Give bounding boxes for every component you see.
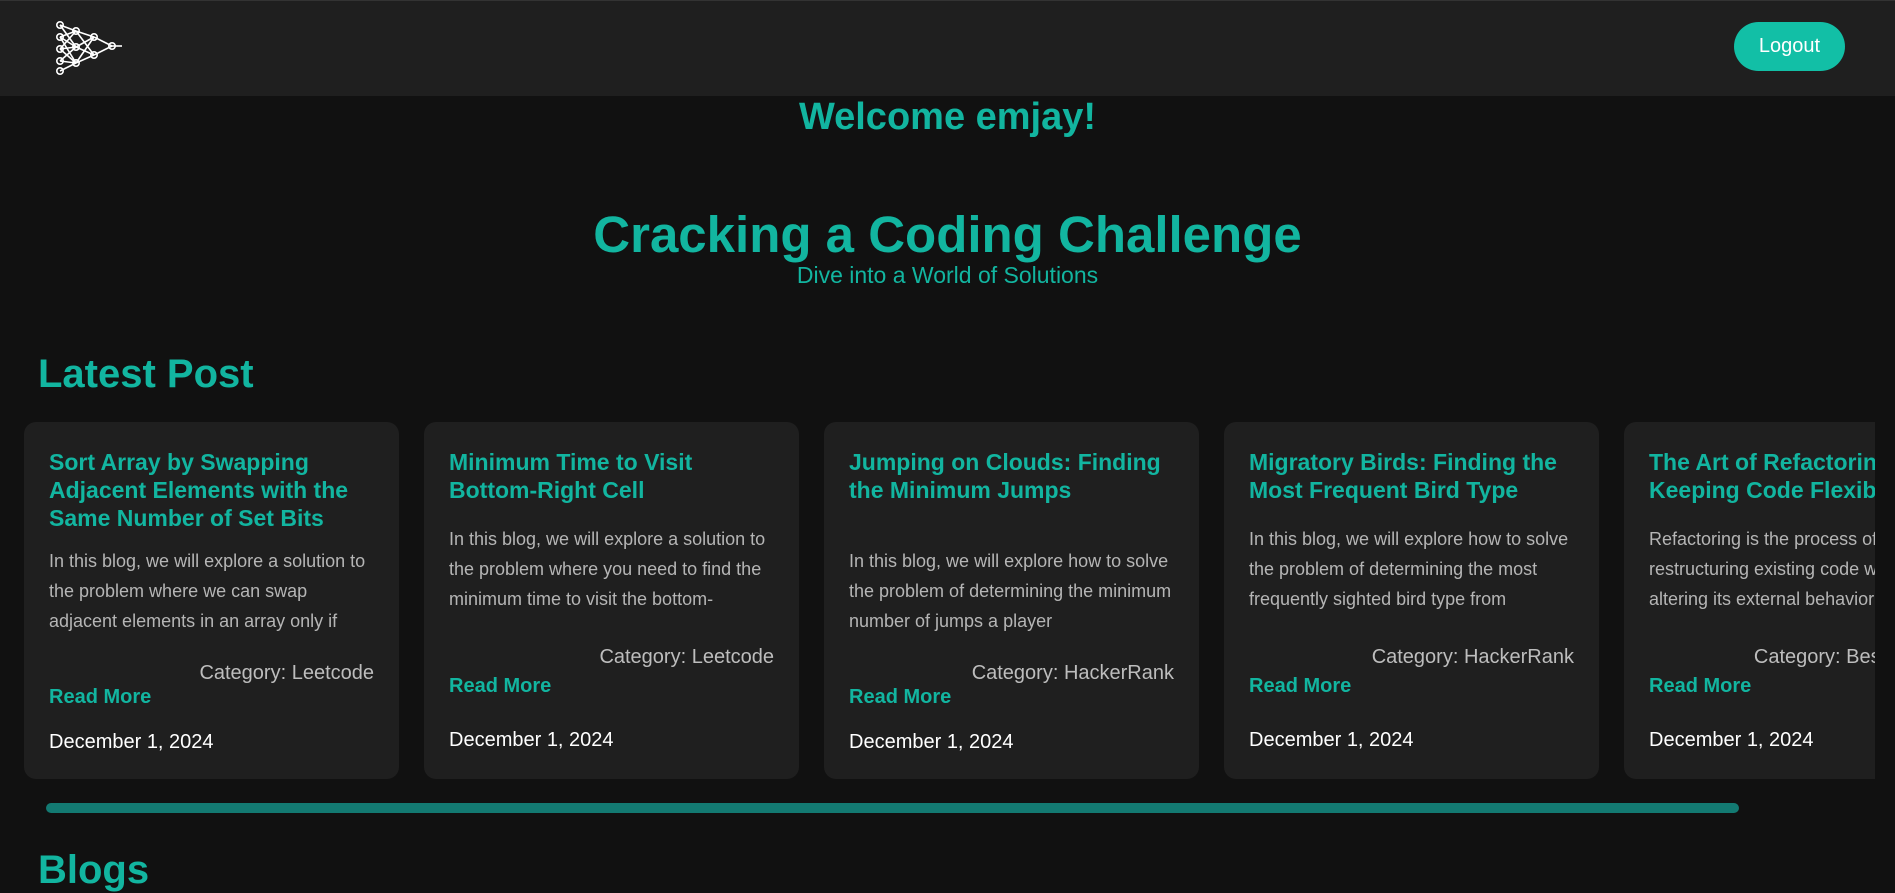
post-excerpt: In this blog, we will explore how to sol… — [1249, 529, 1569, 609]
post-card: Sort Array by Swapping Adjacent Elements… — [24, 422, 399, 779]
post-title[interactable]: The Art of Refactoring: Keeping Code Fle… — [1649, 448, 1875, 504]
post-excerpt: In this blog, we will explore how to sol… — [849, 551, 1172, 631]
post-date: December 1, 2024 — [449, 729, 614, 751]
post-title[interactable]: Sort Array by Swapping Adjacent Elements… — [49, 448, 379, 532]
post-card: Minimum Time to Visit Bottom-Right Cell … — [424, 422, 799, 779]
post-category: Category: Leetcode — [599, 646, 774, 668]
logout-button[interactable]: Logout — [1734, 22, 1845, 71]
post-card: The Art of Refactoring: Keeping Code Fle… — [1624, 422, 1875, 779]
latest-posts-carousel[interactable]: Sort Array by Swapping Adjacent Elements… — [24, 422, 1875, 780]
hero-subtitle: Dive into a World of Solutions — [796, 262, 1099, 288]
post-category: Category: HackerRank — [1371, 646, 1574, 668]
post-excerpt: In this blog, we will explore a solution… — [49, 551, 366, 631]
post-category: Category: HackerRank — [971, 662, 1174, 684]
blogs-heading: Blogs — [38, 848, 150, 892]
post-card: Jumping on Clouds: Finding the Minimum J… — [824, 422, 1199, 779]
post-title[interactable]: Migratory Birds: Finding the Most Freque… — [1249, 448, 1579, 504]
read-more-link[interactable]: Read More — [449, 675, 551, 698]
carousel-scrollbar[interactable] — [24, 800, 1875, 814]
hero-title: Cracking a Coding Challenge — [593, 206, 1302, 263]
top-navbar: Logout — [0, 0, 1895, 96]
post-title[interactable]: Minimum Time to Visit Bottom-Right Cell — [449, 448, 779, 504]
latest-post-heading: Latest Post — [38, 352, 254, 396]
neural-network-icon[interactable] — [54, 19, 126, 75]
scrollbar-thumb[interactable] — [46, 803, 1739, 813]
welcome-message: Welcome emjay! — [798, 96, 1097, 138]
post-date: December 1, 2024 — [49, 731, 214, 753]
read-more-link[interactable]: Read More — [1649, 675, 1751, 698]
post-date: December 1, 2024 — [849, 731, 1014, 753]
read-more-link[interactable]: Read More — [1249, 675, 1351, 698]
post-card: Migratory Birds: Finding the Most Freque… — [1224, 422, 1599, 779]
read-more-link[interactable]: Read More — [849, 686, 951, 709]
post-category: Category: Leetcode — [199, 662, 374, 684]
post-title[interactable]: Jumping on Clouds: Finding the Minimum J… — [849, 448, 1179, 504]
read-more-link[interactable]: Read More — [49, 686, 151, 709]
post-date: December 1, 2024 — [1649, 729, 1814, 751]
post-excerpt: In this blog, we will explore a solution… — [449, 529, 766, 609]
post-date: December 1, 2024 — [1249, 729, 1414, 751]
post-excerpt: Refactoring is the process of restructur… — [1649, 529, 1875, 609]
post-category: Category: Best Practices — [1753, 646, 1875, 668]
